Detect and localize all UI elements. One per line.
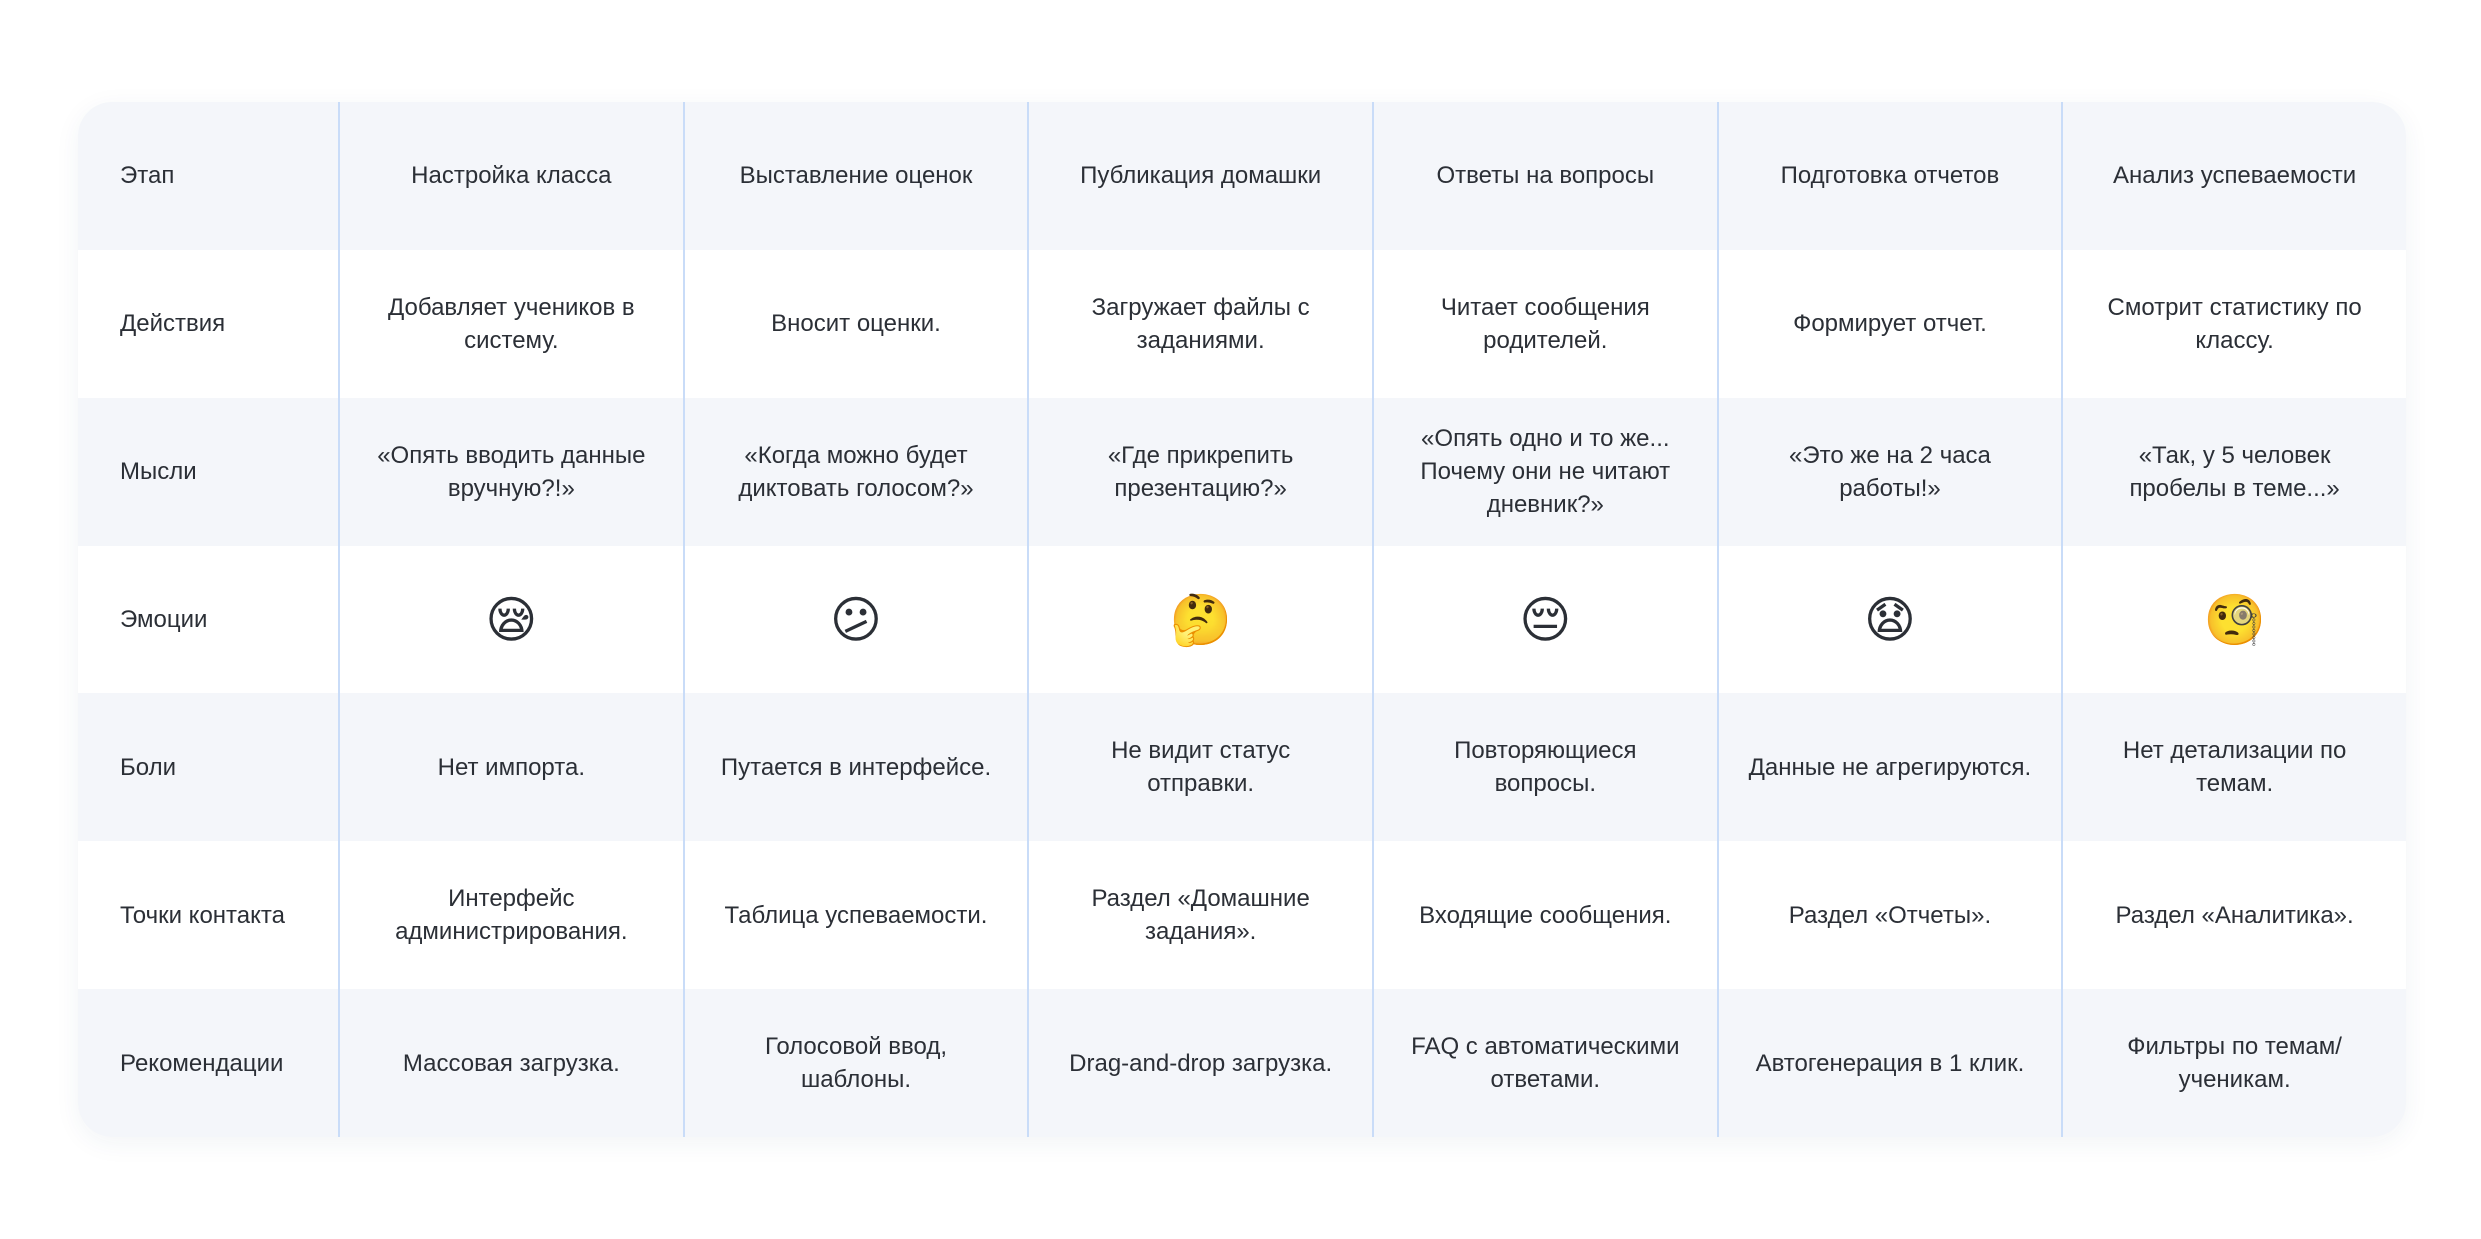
row-label-stage: Этап: [78, 102, 338, 250]
touchpoint-cell: Входящие сообщения.: [1371, 841, 1717, 990]
pains-cell: Нет импорта.: [338, 693, 683, 842]
stage-header-cell: Публикация домашки: [1027, 102, 1372, 250]
stage-header-cell: Ответы на вопросы: [1371, 102, 1717, 250]
row-label-touchpoints: Точки контакта: [78, 841, 338, 990]
pains-cell: Путается в интерфейсе.: [682, 693, 1028, 842]
emotion-cell: 😪: [338, 545, 683, 694]
actions-cell: Вносит оценки.: [682, 249, 1028, 398]
sleepy-face-icon: 😪: [485, 590, 538, 649]
touchpoint-cell: Раздел «Отчеты».: [1716, 841, 2062, 990]
stage-header-cell: Выставление оценок: [682, 102, 1028, 250]
journey-map-table: Этап Настройка класса Выставление оценок…: [78, 102, 2406, 1137]
thinking-face-icon: 🤔: [1169, 590, 1232, 649]
actions-cell: Добавляет учеников в систему.: [338, 249, 683, 398]
recommendation-cell: Автогенерация в 1 клик.: [1716, 989, 2062, 1137]
touchpoint-cell: Таблица успеваемости.: [682, 841, 1028, 990]
emotion-cell: 🧐: [2061, 545, 2406, 694]
emotion-cell: 😧: [1716, 545, 2062, 694]
recommendation-cell: Фильтры по темам/ ученикам.: [2061, 989, 2406, 1137]
thoughts-cell: «Это же на 2 часа работы!»: [1716, 397, 2062, 546]
row-label-pains: Боли: [78, 693, 338, 842]
emotion-cell: 🤔: [1027, 545, 1372, 694]
confused-face-icon: 😕: [829, 590, 883, 649]
recommendation-cell: FAQ с автоматическими ответами.: [1371, 989, 1717, 1137]
recommendation-cell: Массовая загрузка.: [338, 989, 683, 1137]
thoughts-cell: «Опять вводить данные вручную?!»: [338, 397, 683, 546]
stage-header-cell: Настройка класса: [338, 102, 683, 250]
actions-cell: Читает сообщения родителей.: [1371, 249, 1717, 398]
monocle-face-icon: 🧐: [2203, 590, 2266, 649]
actions-cell: Смотрит статистику по классу.: [2061, 249, 2406, 398]
row-label-emotions: Эмоции: [78, 545, 338, 694]
actions-cell: Формирует отчет.: [1716, 249, 2062, 398]
pensive-face-icon: 😔: [1519, 590, 1572, 649]
stage-header-cell: Подготовка отчетов: [1716, 102, 2062, 250]
anguished-face-icon: 😧: [1863, 590, 1917, 649]
pains-cell: Данные не агрегируются.: [1716, 693, 2062, 842]
touchpoint-cell: Интерфейс администрирования.: [338, 841, 683, 990]
thoughts-cell: «Опять одно и то же... Почему они не чит…: [1371, 397, 1717, 546]
stage-header-cell: Анализ успеваемости: [2061, 102, 2406, 250]
pains-cell: Нет детализации по темам.: [2061, 693, 2406, 842]
row-label-actions: Действия: [78, 249, 338, 398]
row-label-thoughts: Мысли: [78, 397, 338, 546]
actions-cell: Загружает файлы с заданиями.: [1027, 249, 1372, 398]
pains-cell: Повторяющиеся вопросы.: [1371, 693, 1717, 842]
row-label-recommendations: Рекомендации: [78, 989, 338, 1137]
thoughts-cell: «Так, у 5 человек пробелы в теме...»: [2061, 397, 2406, 546]
thoughts-cell: «Когда можно будет диктовать голосом?»: [682, 397, 1028, 546]
recommendation-cell: Drag-and-drop загрузка.: [1027, 989, 1372, 1137]
touchpoint-cell: Раздел «Домашние задания».: [1027, 841, 1372, 990]
emotion-cell: 😕: [682, 545, 1028, 694]
touchpoint-cell: Раздел «Аналитика».: [2061, 841, 2406, 990]
recommendation-cell: Голосовой ввод, шаблоны.: [682, 989, 1028, 1137]
thoughts-cell: «Где прикрепить презентацию?»: [1027, 397, 1372, 546]
emotion-cell: 😔: [1371, 545, 1717, 694]
pains-cell: Не видит статус отправки.: [1027, 693, 1372, 842]
